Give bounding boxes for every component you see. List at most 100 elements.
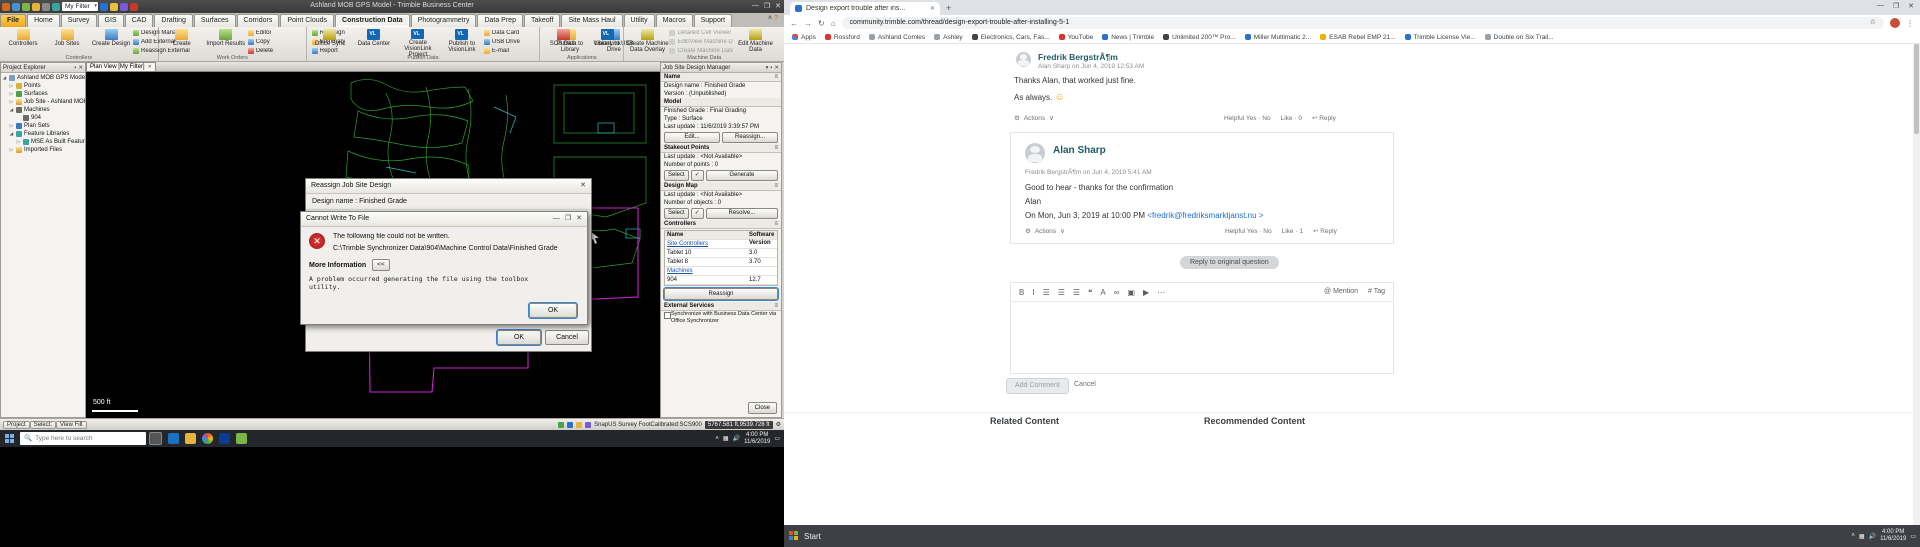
ribbon-tab[interactable]: Macros — [655, 14, 693, 27]
notification-icon[interactable]: ▭ — [774, 435, 780, 442]
tab-close-icon[interactable]: ✕ — [930, 5, 935, 12]
tree-expander-icon[interactable]: ▷ — [9, 123, 14, 129]
close-icon[interactable]: ✕ — [78, 65, 83, 71]
ribbon-button[interactable]: Controllers — [1, 28, 45, 58]
ribbon-button[interactable]: Editor — [247, 28, 312, 37]
helpful-vote[interactable]: Helpful Yes · No — [1225, 228, 1272, 235]
clock[interactable]: 4:00 PM 11/6/2019 — [744, 432, 770, 446]
status-gear-icon[interactable]: ⚙ — [776, 421, 781, 428]
tree-item[interactable]: ▷ Imported Files — [1, 146, 85, 154]
format-tool-icon[interactable]: ☰ — [1073, 288, 1080, 297]
post-author[interactable]: Alan Sharp — [1053, 145, 1106, 156]
ribbon-button[interactable]: Create — [160, 28, 204, 58]
post-actions-button[interactable]: ⚙ Actions ∨ — [1025, 227, 1065, 236]
tree-item[interactable]: ▷ Job Site - Ashland MOB — [1, 98, 85, 106]
tag-button[interactable]: # Tag — [1368, 288, 1385, 295]
close-icon[interactable]: ✕ — [774, 65, 779, 71]
ribbon-tab[interactable]: Drafting — [154, 14, 193, 27]
bookmark-item[interactable]: Trimble License Vie... — [1404, 34, 1476, 41]
like-button[interactable]: Like · 0 — [1281, 115, 1302, 122]
browser-minimize-button[interactable]: — — [1877, 2, 1884, 10]
bookmark-item[interactable]: Ashland Comles — [868, 34, 925, 41]
tree-expander-icon[interactable]: ▷ — [9, 99, 14, 105]
mention-button[interactable]: @ Mention — [1324, 288, 1358, 295]
reply-to-original-question-button[interactable]: Reply to original question — [1180, 256, 1279, 269]
status-chip[interactable]: Select: — [29, 420, 57, 429]
tree-item[interactable]: ◢ Ashland MOB GPS Model — [1, 74, 85, 82]
cancel-button[interactable]: Cancel — [1074, 381, 1096, 388]
ribbon-collapse-icon[interactable]: ˄ — [768, 15, 772, 22]
avatar[interactable] — [1016, 52, 1031, 67]
reassign-dialog-titlebar[interactable]: Reassign Job Site Design ✕ — [306, 179, 591, 194]
task-view-icon[interactable] — [149, 432, 162, 445]
reload-button[interactable]: ↻ — [818, 19, 825, 28]
ribbon-button[interactable]: Publish to VisionLink — [440, 28, 484, 58]
external-services-checkbox[interactable]: Synchronize with Business Data Center vi… — [661, 311, 781, 324]
bookmark-item[interactable]: News | Trimble — [1102, 34, 1154, 41]
reassign-button[interactable]: Reassign — [663, 287, 779, 301]
controller-row[interactable]: 904 12.7 — [665, 276, 777, 285]
ribbon-button[interactable]: SCS Data — [541, 28, 585, 58]
tree-expander-icon[interactable]: ▷ — [9, 91, 14, 97]
stakeout-generate-button[interactable]: Generate — [705, 170, 778, 181]
menu-caret-icon[interactable]: ▾ — [766, 65, 769, 71]
ribbon-tab[interactable]: File — [0, 14, 27, 27]
view-tab-close-icon[interactable]: ✕ — [148, 63, 152, 71]
help-icon[interactable]: ? — [774, 15, 778, 22]
grid-icon[interactable] — [576, 421, 583, 428]
edge-icon[interactable] — [168, 433, 179, 444]
ribbon-tab[interactable]: Construction Data — [335, 14, 410, 27]
bookmark-item[interactable]: Ashley — [934, 34, 963, 41]
reassign-model-button[interactable]: Reassign... — [722, 132, 778, 143]
ribbon-button[interactable]: USB Drive — [483, 37, 548, 46]
tray-chevron-icon[interactable]: ˄ — [715, 436, 719, 442]
error-dialog-titlebar[interactable]: Cannot Write To File — ❐ ✕ — [301, 212, 587, 227]
post-author[interactable]: Fredrik BergstrÃ¶m — [1038, 52, 1118, 62]
close-icon[interactable]: ✕ — [576, 212, 582, 226]
ribbon-button[interactable]: Delete — [247, 46, 312, 55]
search-input[interactable]: 🔍 Type here to search — [20, 432, 146, 445]
tree-item[interactable]: ▷ MSE As Built Features — [1, 138, 85, 146]
format-tool-icon[interactable]: ∞ — [1114, 288, 1120, 297]
pin-icon[interactable]: ▪ — [770, 65, 772, 71]
bookmark-item[interactable]: ESAB Rebel EMP 21... — [1320, 34, 1396, 41]
tree-expander-icon[interactable]: ◢ — [9, 107, 14, 113]
tree-expander-icon[interactable]: ◢ — [9, 131, 14, 137]
map-select-button[interactable]: Select — [664, 208, 689, 219]
comment-composer[interactable]: B I ☰ ☰ ☰ ❝ A ∞ ▣ ▶ ⋯ @ Mention # Tag — [1010, 282, 1394, 374]
ribbon-button[interactable]: VisionLink — [585, 28, 629, 58]
format-tool-icon[interactable]: ☰ — [1043, 288, 1050, 297]
tree-item[interactable]: ◢ Feature Libraries — [1, 130, 85, 138]
browser-menu-icon[interactable]: ⋮ — [1906, 19, 1914, 28]
more-information-toggle-button[interactable]: << — [372, 259, 390, 271]
ribbon-tab[interactable]: Utility — [623, 14, 655, 27]
tree-item[interactable]: 904 — [1, 114, 85, 122]
scrollbar-thumb[interactable] — [1914, 44, 1919, 134]
ribbon-button[interactable]: Copy — [247, 37, 312, 46]
format-tool-icon[interactable]: A — [1100, 288, 1105, 297]
reply-button[interactable]: ↩ Reply — [1313, 227, 1337, 235]
format-tool-icon[interactable]: ▶ — [1143, 288, 1149, 297]
reassign-ok-button[interactable]: OK — [496, 329, 542, 346]
ortho-icon[interactable] — [567, 421, 574, 428]
stakeout-select-button[interactable]: Select — [664, 170, 689, 181]
stakeout-check-button[interactable]: ✓ — [690, 170, 704, 181]
ribbon-button[interactable]: Job Sites — [45, 28, 89, 58]
new-tab-button[interactable]: + — [946, 3, 951, 13]
volume-icon[interactable]: 🔊 — [733, 435, 740, 442]
format-tool-icon[interactable]: B — [1019, 288, 1024, 297]
controller-row[interactable]: Tablet 10 3.0 — [665, 249, 777, 258]
ribbon-button[interactable]: Import Results — [204, 28, 248, 58]
browser-tab[interactable]: Design export trouble after ins... ✕ — [790, 2, 940, 15]
format-tool-icon[interactable]: ☰ — [1058, 288, 1065, 297]
ribbon-tab[interactable]: Takeoff — [523, 14, 561, 27]
start-button[interactable] — [5, 433, 15, 444]
network-icon[interactable]: ▦ — [1859, 533, 1865, 540]
back-button[interactable]: ← — [790, 19, 798, 28]
close-icon[interactable]: ✕ — [580, 179, 586, 193]
bookmark-item[interactable]: YouTube — [1058, 34, 1093, 41]
tree-item[interactable]: ▷ Surfaces — [1, 90, 85, 98]
ribbon-button[interactable]: E-mail — [483, 46, 548, 55]
ribbon-tab[interactable]: Survey — [60, 14, 97, 27]
tree-expander-icon[interactable]: ◢ — [2, 75, 7, 81]
